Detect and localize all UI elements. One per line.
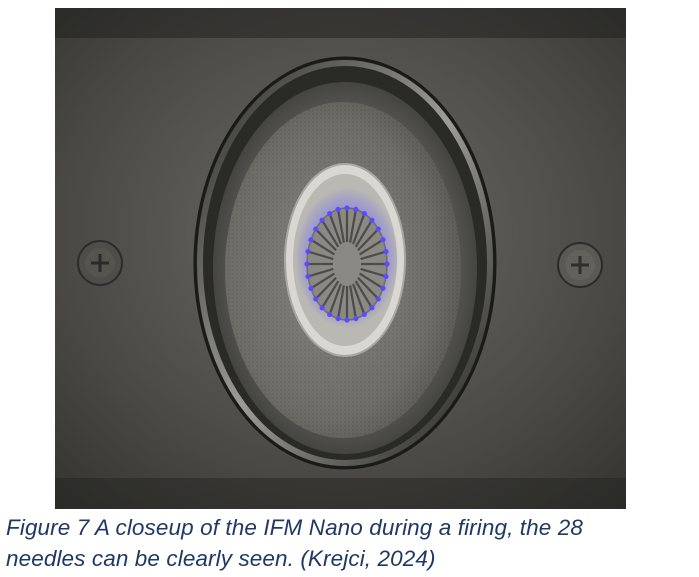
right-screw-icon	[557, 242, 603, 288]
needle-tip-glow	[369, 305, 375, 311]
needle-tip-glow	[319, 305, 325, 311]
needle-tip-glow	[361, 210, 367, 217]
needle-tip-glow	[327, 311, 333, 318]
needle-tip-glow	[383, 273, 389, 280]
needle-tip-glow	[383, 248, 389, 255]
needle-tip-glow	[305, 248, 311, 255]
needle-tip-glow	[335, 206, 341, 213]
needle-tip-glow	[305, 273, 311, 280]
needle-tip-glow	[375, 226, 381, 232]
needle-tip-glow	[384, 261, 390, 267]
needle-tip-glow	[344, 317, 350, 323]
caption-line-2: needles can be clearly seen. (Krejci, 20…	[6, 546, 436, 571]
needle-tip-glow	[380, 285, 386, 291]
needle-tip-glow	[308, 285, 314, 291]
needle-tip-glow	[327, 210, 333, 217]
needle-tip-glow	[369, 217, 375, 223]
needle-tip-glow	[344, 205, 350, 211]
plate-shadow-top	[55, 8, 626, 38]
needle-tip-glow	[304, 261, 310, 267]
emitter-photo-illustration	[55, 8, 626, 509]
needle-tip-glow	[335, 315, 341, 322]
needle-tip-glow	[353, 206, 359, 213]
figure-photo	[55, 8, 626, 509]
needle-tip-glow	[319, 217, 325, 223]
figure-caption: Figure 7 A closeup of the IFM Nano durin…	[6, 512, 696, 574]
needle-tip-glow	[380, 237, 386, 243]
caption-line-1: Figure 7 A closeup of the IFM Nano durin…	[6, 515, 583, 540]
needle-tip-glow	[313, 296, 319, 302]
left-screw-icon	[77, 240, 123, 286]
needle-tip-glow	[308, 237, 314, 243]
needle-tip-glow	[313, 226, 319, 232]
needle-tip-glow	[361, 311, 367, 318]
plate-shadow-bottom	[55, 478, 626, 509]
needle-tip-glow	[375, 296, 381, 302]
needle-tip-glow	[353, 315, 359, 322]
